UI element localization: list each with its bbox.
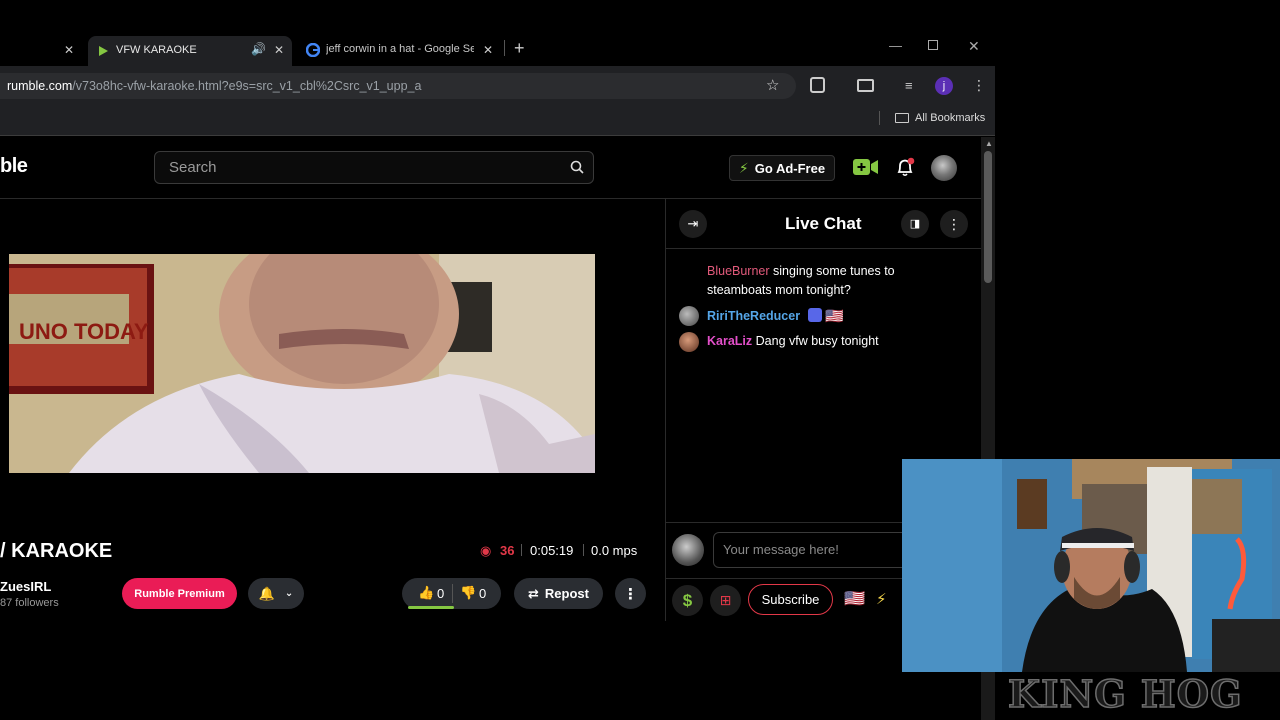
bookmarks-bar	[0, 106, 995, 136]
channel-name[interactable]: ZuesIRL	[0, 579, 51, 594]
tab-title: jeff corwin in a hat - Google Se	[326, 43, 474, 55]
us-flag-icon[interactable]: 🇺🇸	[844, 589, 865, 609]
go-live-camera-icon[interactable]	[853, 158, 879, 176]
chat-message: RiriTheReducer 🇺🇸	[707, 307, 967, 326]
chat-title: Live Chat	[785, 214, 862, 233]
scrollbar-thumb[interactable]	[984, 151, 992, 283]
subscribe-button[interactable]: Subscribe	[748, 584, 833, 615]
divider	[666, 248, 981, 249]
user-avatar[interactable]	[679, 306, 699, 326]
bell-icon: 🔔	[258, 585, 275, 601]
chat-message: KaraLiz Dang vfw busy tonight	[707, 332, 927, 351]
chat-mode-icon[interactable]: ◨	[901, 210, 929, 238]
search-input[interactable]: Search	[154, 151, 594, 184]
tab-google[interactable]: jeff corwin in a hat - Google Se ✕	[300, 36, 505, 64]
close-window-button[interactable]: ✕	[968, 38, 980, 55]
chevron-down-icon: ⌄	[284, 588, 294, 599]
extensions-icon[interactable]	[810, 77, 825, 93]
like-ratio-bar	[408, 606, 454, 609]
rumble-premium-button[interactable]: Rumble Premium	[122, 578, 237, 609]
user-avatar[interactable]	[931, 155, 957, 181]
bolt-icon: ⚡	[738, 159, 749, 176]
star-icon[interactable]: ☆	[766, 76, 779, 94]
tab-divider	[504, 40, 505, 56]
repost-label: Repost	[544, 586, 589, 601]
tab-active[interactable]: VFW KARAOKE 🔊 ✕	[88, 36, 292, 66]
repost-button[interactable]: ⇄ Repost	[514, 578, 603, 609]
tab-title: VFW KARAOKE	[116, 44, 197, 56]
profile-avatar[interactable]: j	[935, 77, 953, 95]
eye-icon: ◉	[480, 543, 492, 558]
gift-icon[interactable]: ⊞	[710, 585, 741, 616]
chat-menu-icon[interactable]: ⋮	[940, 210, 968, 238]
go-ad-free-button[interactable]: ⚡ Go Ad-Free	[729, 155, 835, 181]
notification-dropdown-button[interactable]: 🔔 ⌄	[248, 578, 304, 609]
rumble-favicon-icon	[99, 46, 108, 56]
divider	[583, 544, 584, 556]
close-tab-icon[interactable]: ✕	[483, 43, 493, 57]
speaker-icon[interactable]: 🔊	[251, 42, 266, 56]
us-flag-icon: 🇺🇸	[825, 308, 844, 325]
notifications-bell-icon[interactable]	[896, 157, 916, 178]
divider	[521, 544, 522, 556]
repost-icon: ⇄	[528, 585, 539, 601]
bolt-icon[interactable]: ⚡	[876, 590, 887, 608]
my-avatar	[672, 534, 704, 566]
search-icon[interactable]	[570, 160, 584, 174]
chat-username[interactable]: KaraLiz	[707, 334, 752, 348]
url-domain: rumble.com	[7, 79, 73, 93]
chat-text: Dang vfw busy tonight	[755, 334, 879, 348]
verified-badge-icon	[807, 308, 822, 322]
chat-username[interactable]: RiriTheReducer	[707, 309, 800, 323]
divider	[452, 584, 453, 603]
chat-message: BlueBurner singing some tunes to steambo…	[707, 262, 927, 300]
webcam-overlay	[902, 459, 1280, 672]
thumbs-down-icon[interactable]: 👎	[460, 585, 476, 601]
like-count: 0	[437, 586, 445, 601]
close-tab-icon[interactable]: ✕	[274, 43, 284, 57]
more-options-button[interactable]: ⋮	[615, 578, 646, 609]
site-logo[interactable]: ble	[0, 155, 28, 178]
google-favicon-icon	[306, 43, 320, 57]
bookmarks-divider	[879, 111, 880, 125]
webcam-frame	[902, 459, 1280, 672]
go-ad-free-label: Go Ad-Free	[754, 160, 826, 176]
viewer-count: 36	[500, 543, 515, 558]
close-tab-icon[interactable]: ✕	[64, 43, 74, 57]
url-text: rumble.com/v73o8hc-vfw-karaoke.html?e9s=…	[7, 79, 421, 93]
cast-icon[interactable]	[857, 79, 874, 92]
new-tab-button[interactable]: +	[514, 38, 525, 59]
chat-username[interactable]: BlueBurner	[707, 264, 770, 278]
video-frame: UNO TODAY	[9, 254, 595, 473]
dislike-count: 0	[479, 586, 487, 601]
omnibox[interactable]: rumble.com/v73o8hc-vfw-karaoke.html?e9s=…	[0, 73, 796, 99]
vote-buttons: 👍 0 👎 0	[402, 578, 501, 609]
messages-per-second: 0.0 mps	[591, 543, 638, 558]
collapse-chat-icon[interactable]: ⇥	[679, 210, 707, 238]
video-title: / KARAOKE	[0, 540, 113, 562]
user-avatar[interactable]	[679, 332, 699, 352]
thumbs-up-icon[interactable]: 👍	[418, 585, 434, 601]
brand-watermark: KING HOG	[1007, 671, 1243, 717]
stream-duration: 0:05:19	[530, 543, 574, 558]
menu-kebab-icon[interactable]: ⋮	[972, 77, 986, 93]
video-player[interactable]: UNO TODAY	[9, 254, 595, 473]
url-path: /v73o8hc-vfw-karaoke.html?e9s=src_v1_cbl…	[72, 79, 422, 93]
media-controls-icon[interactable]: ≡	[905, 78, 913, 93]
all-bookmarks[interactable]: All Bookmarks	[915, 112, 985, 124]
minimize-button[interactable]: —	[889, 38, 902, 53]
chat-message-input[interactable]: Your message here!	[713, 532, 913, 568]
scroll-up-icon[interactable]: ▲	[985, 139, 993, 148]
folder-icon	[895, 113, 909, 123]
svg-text:UNO TODAY: UNO TODAY	[19, 319, 149, 344]
tab-previous[interactable]: ✕	[0, 36, 86, 64]
follower-count: 87 followers	[0, 597, 59, 609]
restore-button[interactable]	[928, 40, 938, 50]
rant-dollar-icon[interactable]: $	[672, 585, 703, 616]
